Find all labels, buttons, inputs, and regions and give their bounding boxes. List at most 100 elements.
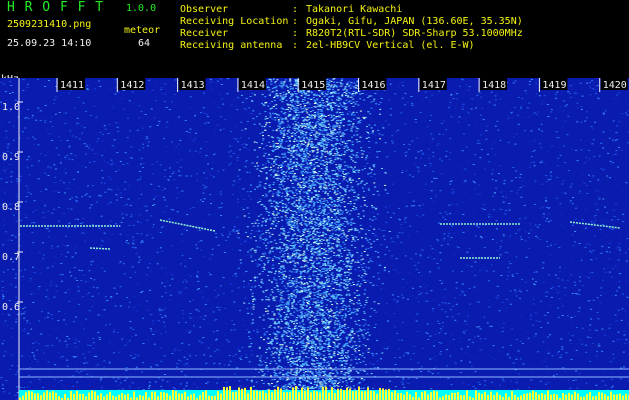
activity-bar — [415, 391, 417, 400]
activity-bar — [214, 395, 216, 400]
activity-bar — [58, 396, 60, 400]
activity-bar — [112, 395, 114, 400]
activity-bar — [463, 395, 465, 400]
activity-bar — [550, 394, 552, 400]
activity-bar — [124, 394, 126, 400]
activity-bar — [64, 394, 66, 400]
activity-bar — [70, 391, 72, 400]
activity-bar — [445, 394, 447, 400]
location-label: Receiving Location — [180, 16, 289, 27]
activity-bar — [172, 390, 174, 400]
activity-bar — [97, 395, 99, 400]
activity-bar — [355, 390, 357, 400]
antenna-value: 2el-HB9CV Vertical (el. E-W) — [306, 40, 475, 51]
observer-separator: : — [292, 4, 299, 15]
activity-bar — [556, 394, 558, 400]
activity-bar — [610, 391, 612, 400]
activity-bar — [307, 387, 309, 400]
activity-bar — [211, 395, 213, 400]
activity-bar — [466, 390, 468, 400]
activity-bar — [157, 396, 159, 400]
app-version: 1.0.0 — [126, 3, 157, 14]
activity-bar — [88, 392, 90, 400]
activity-bar — [607, 396, 609, 400]
activity-bar — [583, 396, 585, 400]
activity-bar — [616, 394, 618, 400]
meteor-streak — [159, 219, 216, 232]
activity-bar — [259, 391, 261, 400]
activity-bar — [133, 391, 135, 400]
activity-bar — [490, 391, 492, 400]
activity-bar — [622, 395, 624, 400]
activity-bar — [256, 390, 258, 400]
activity-bar — [253, 390, 255, 400]
activity-bar — [337, 388, 339, 400]
activity-bar — [304, 390, 306, 400]
activity-bar — [424, 391, 426, 400]
activity-bar — [160, 391, 162, 400]
activity-bar — [82, 393, 84, 400]
activity-bar — [241, 388, 243, 400]
receiver-label: Receiver — [180, 28, 229, 39]
activity-bar — [328, 392, 330, 400]
activity-bar — [601, 392, 603, 400]
activity-bar — [433, 390, 435, 400]
y-tick-label: 0.7 — [2, 252, 20, 263]
activity-bar — [202, 391, 204, 400]
activity-bar — [277, 386, 279, 400]
activity-bar — [268, 389, 270, 400]
activity-bar — [205, 390, 207, 400]
x-tick-label: 1415 — [301, 80, 325, 91]
activity-bar — [427, 394, 429, 400]
activity-bar — [577, 393, 579, 400]
activity-bar — [31, 391, 33, 400]
activity-bar — [145, 391, 147, 400]
activity-bar — [118, 394, 120, 400]
activity-bar — [283, 392, 285, 400]
location-value: Ogaki, Gifu, JAPAN (136.60E, 35.35N) — [306, 16, 523, 27]
antenna-separator: : — [292, 40, 299, 51]
x-tick-label: 1414 — [241, 80, 265, 91]
activity-bar — [361, 391, 363, 400]
activity-bar — [523, 393, 525, 400]
activity-bar — [43, 392, 45, 400]
activity-bar — [364, 391, 366, 400]
activity-bar — [487, 394, 489, 400]
activity-bar — [478, 392, 480, 400]
receiver-value: R820T2(RTL-SDR) SDR-Sharp 53.1000MHz — [306, 28, 523, 39]
activity-bar — [40, 395, 42, 400]
activity-bar — [625, 393, 627, 400]
observer-label: Observer — [180, 4, 229, 15]
activity-bar — [511, 390, 513, 400]
activity-bar — [250, 386, 252, 400]
x-tick-label: 1412 — [120, 80, 144, 91]
activity-bar — [103, 396, 105, 400]
activity-bar — [430, 392, 432, 400]
x-tick-label: 1416 — [362, 80, 386, 91]
activity-bar — [436, 391, 438, 400]
activity-bar — [151, 391, 153, 400]
activity-bar — [367, 387, 369, 400]
spectrogram-canvas: 1.11.00.90.80.70.61411141214131414141514… — [0, 78, 629, 400]
activity-bar — [391, 392, 393, 400]
activity-bar — [169, 395, 171, 400]
activity-bar — [460, 395, 462, 400]
activity-bar — [163, 392, 165, 400]
activity-bar — [454, 392, 456, 400]
activity-bar — [106, 394, 108, 400]
activity-bar — [190, 394, 192, 400]
activity-bar — [421, 391, 423, 400]
activity-bar — [238, 387, 240, 400]
activity-bar — [586, 394, 588, 400]
activity-bar — [613, 394, 615, 400]
app-name: H R O F F T — [7, 0, 105, 15]
file-name: 2509231410.png — [7, 19, 92, 30]
antenna-label: Receiving antenna — [180, 40, 283, 51]
activity-bar — [505, 393, 507, 400]
activity-bar — [448, 395, 450, 400]
activity-bar — [139, 394, 141, 400]
activity-bar — [319, 392, 321, 400]
activity-bar — [451, 392, 453, 400]
activity-bar — [589, 391, 591, 400]
activity-bar — [481, 393, 483, 400]
